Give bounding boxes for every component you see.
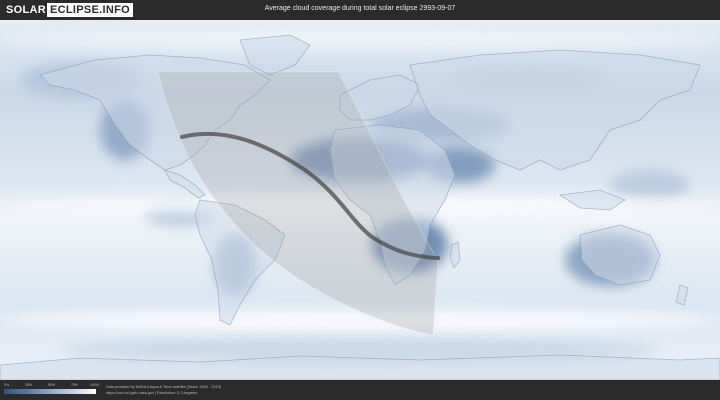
continent-antarctica bbox=[0, 354, 720, 380]
footer-bar: 0% 25% 50% 75% 100% Data provided by NAS… bbox=[0, 380, 720, 400]
cloud-coverage-map bbox=[0, 20, 720, 380]
legend-tick-label: 25% bbox=[25, 383, 33, 387]
legend-tick-label: 75% bbox=[71, 383, 79, 387]
header-bar: SOLAR ECLIPSE.INFO Average cloud coverag… bbox=[0, 0, 720, 20]
page: SOLAR ECLIPSE.INFO Average cloud coverag… bbox=[0, 0, 720, 400]
legend-tick-label: 100% bbox=[90, 383, 99, 387]
legend-tick-label: 50% bbox=[48, 383, 56, 387]
map-title: Average cloud coverage during total sola… bbox=[264, 5, 456, 12]
cloud-coverage-legend-bar bbox=[4, 389, 96, 394]
credits-url: https://neo.sci.gsfc.nasa.gov | Resoluti… bbox=[106, 391, 198, 395]
data-credits: Data provided by NASA's Aqua & Terra sat… bbox=[106, 384, 221, 396]
legend-tick-label: 0% bbox=[4, 383, 10, 387]
legend-tick-row: 0% 25% 50% 75% 100% bbox=[4, 383, 99, 388]
